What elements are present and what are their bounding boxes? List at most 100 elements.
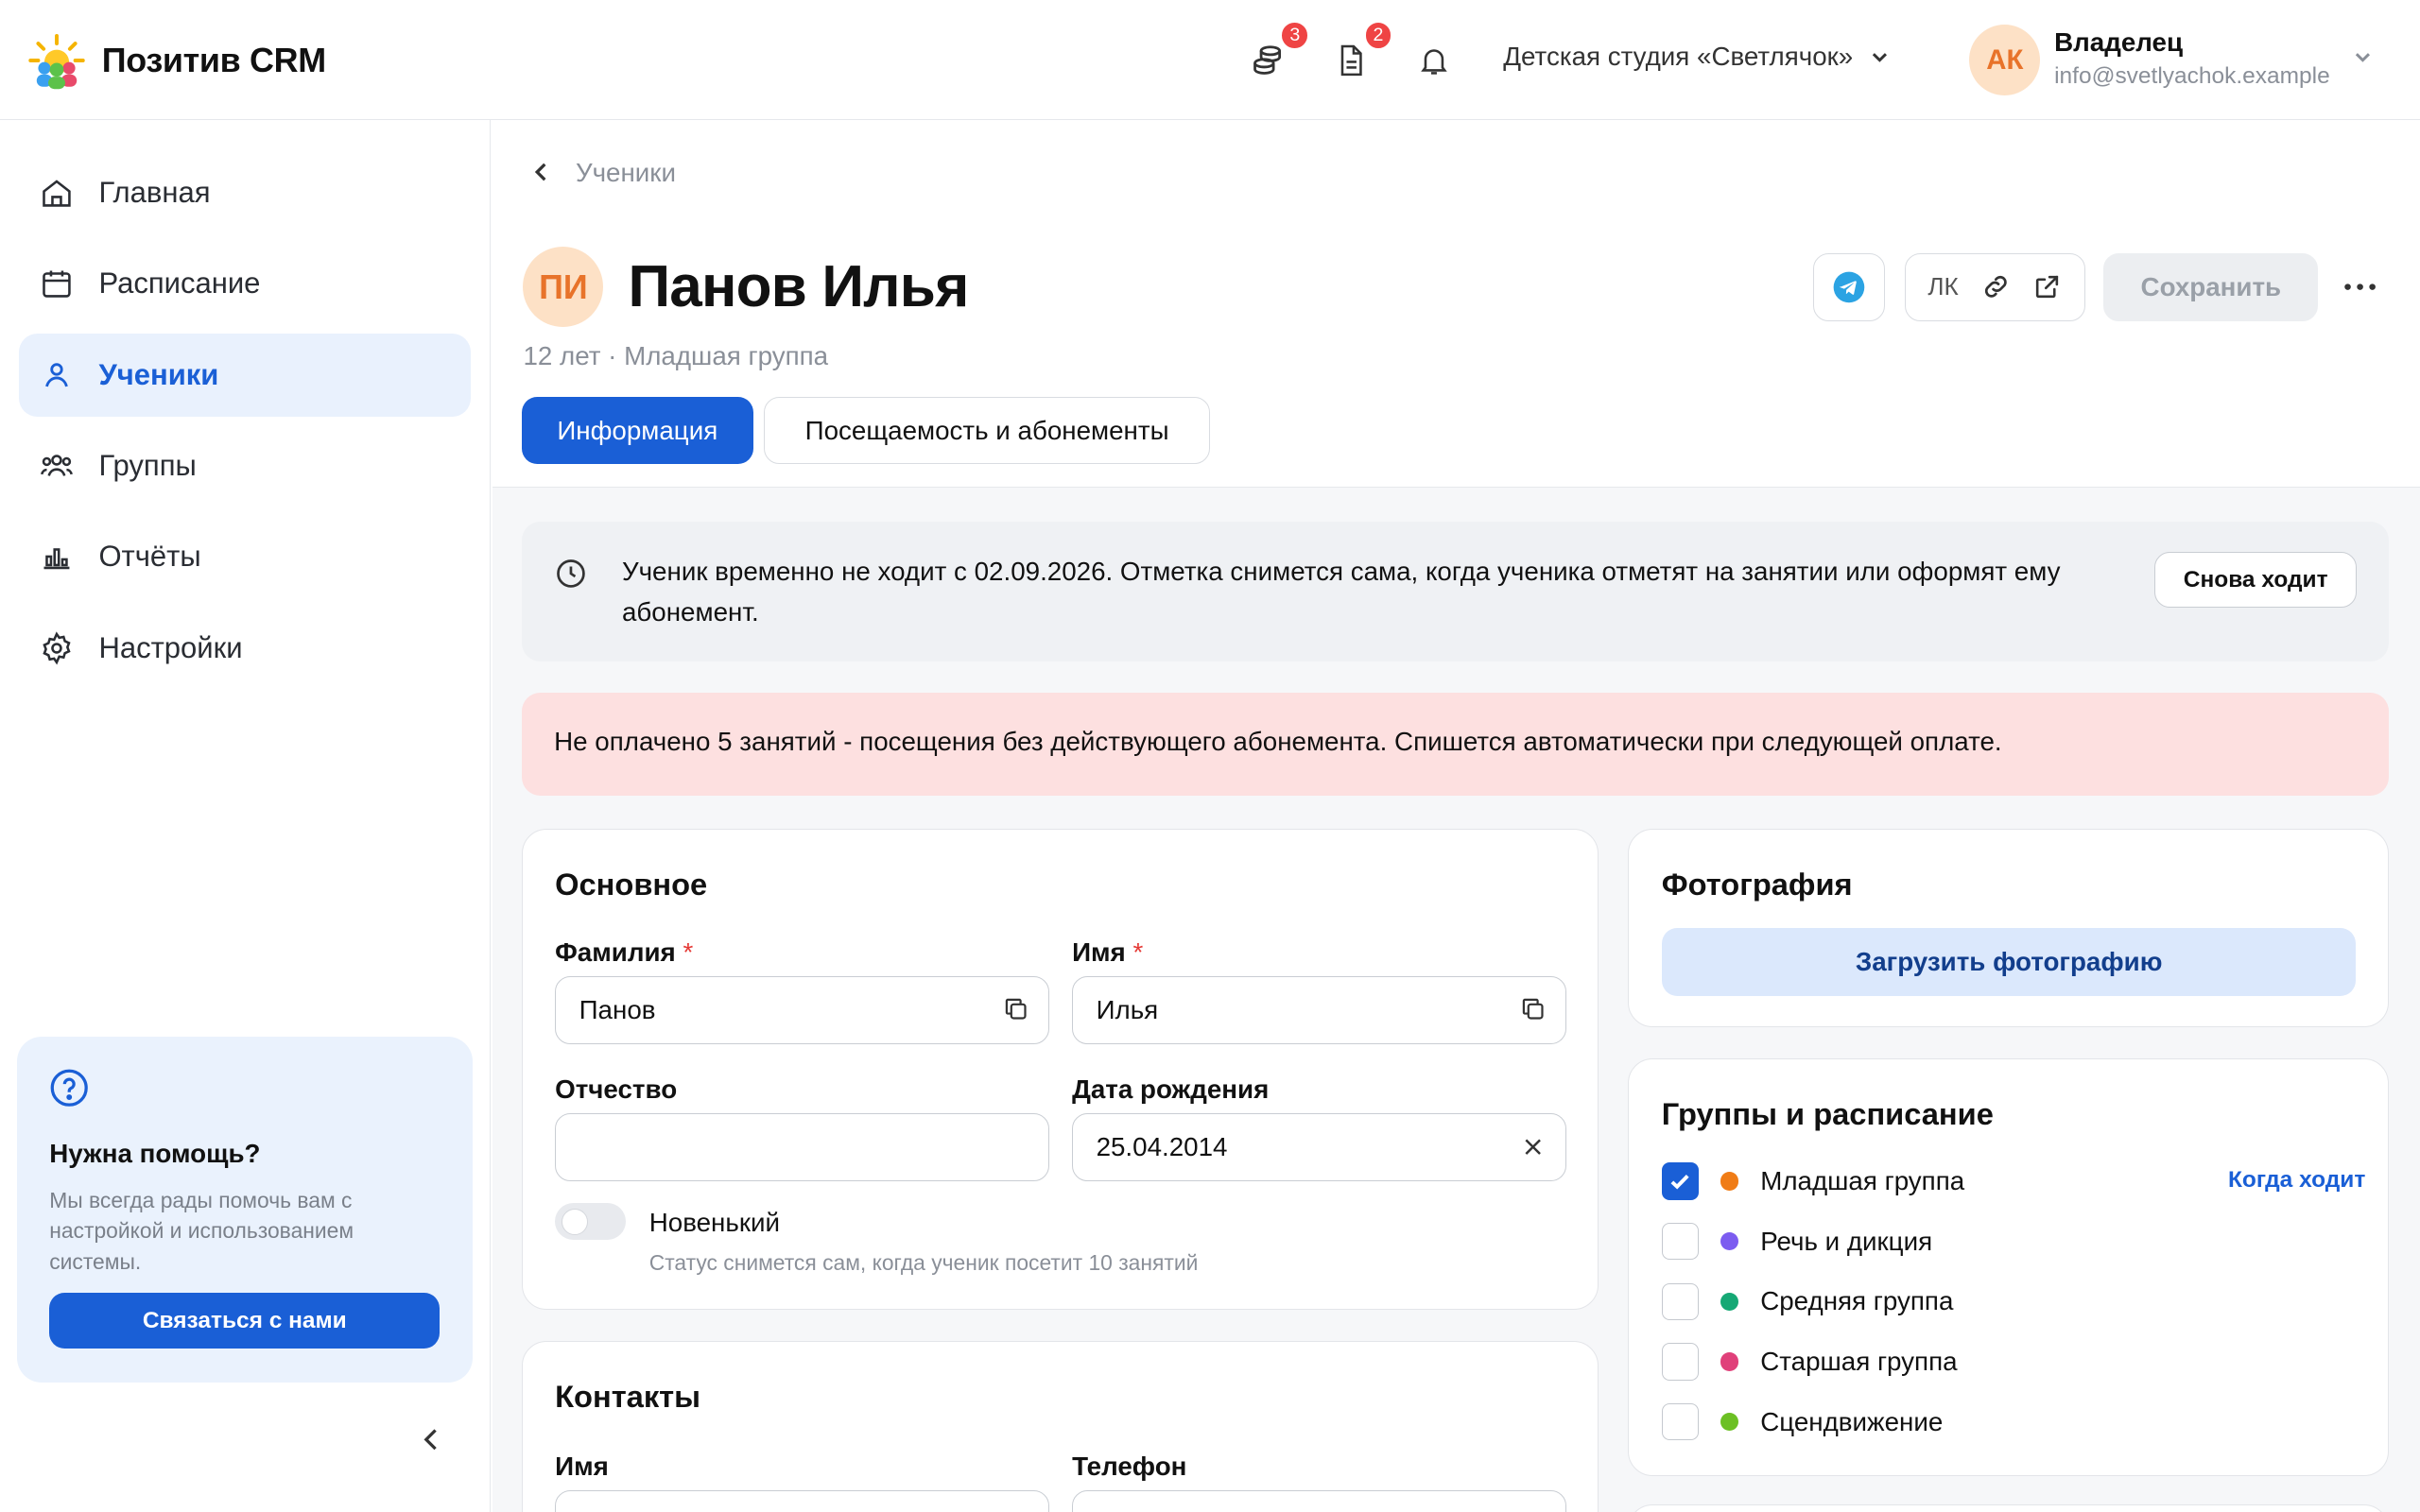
tab-attendance[interactable]: Посещаемость и абонементы <box>764 396 1211 465</box>
group-name: Младшая группа <box>1760 1165 1965 1195</box>
contact-phone-label: Телефон <box>1072 1451 1187 1481</box>
documents-button[interactable]: 2 <box>1329 20 1394 82</box>
required-mark: * <box>683 937 694 968</box>
sidebar-item-reports[interactable]: Отчёты <box>19 515 471 598</box>
contact-name-field[interactable] <box>555 1489 1049 1512</box>
help-card: Нужна помощь? Мы всегда рады помочь вам … <box>16 1037 473 1383</box>
group-item[interactable]: Старшая группа <box>1661 1342 1958 1382</box>
bell-icon <box>1420 48 1447 75</box>
tab-info[interactable]: Информация <box>521 396 753 465</box>
breadcrumb[interactable]: Ученики <box>529 158 676 188</box>
schedule-link[interactable]: Когда ходит <box>2228 1167 2365 1194</box>
first-name-field[interactable]: Илья <box>1072 975 1566 1044</box>
sidebar-item-label: Ученики <box>98 357 219 391</box>
main-content: Ученики ПИ Панов Илья 12 лет · Младшая г… <box>492 120 2420 1512</box>
unpaid-alert: Не оплачено 5 занятий - посещения без де… <box>521 693 2390 797</box>
student-avatar: ПИ <box>523 247 604 328</box>
logo-sun-icon <box>28 33 86 89</box>
check-icon <box>1670 1174 1689 1190</box>
link-icon[interactable] <box>1980 271 2012 302</box>
groups-card: Группы и расписание Когда ходит Младшая … <box>1628 1058 2390 1477</box>
notifications-button[interactable] <box>1412 39 1456 82</box>
sidebar: Главная Расписание Ученики Группы Отчёты… <box>0 120 492 1512</box>
group-checkbox[interactable] <box>1661 1343 1699 1381</box>
resume-attendance-button[interactable]: Снова ходит <box>2154 552 2358 609</box>
sidebar-item-home[interactable]: Главная <box>19 151 471 234</box>
group-checkbox[interactable] <box>1661 1282 1699 1320</box>
top-bar: Позитив CRM 3 2 Детская студия «Светлячо… <box>0 0 2420 121</box>
first-name-value: Илья <box>1096 994 1159 1024</box>
next-card <box>1628 1503 2390 1512</box>
upload-photo-button[interactable]: Загрузить фотографию <box>1661 928 2357 997</box>
first-name-label: Имя * <box>1072 937 1144 968</box>
newbie-hint: Статус снимется сам, когда ученик посети… <box>648 1250 1199 1276</box>
more-icon[interactable] <box>2342 268 2378 305</box>
avatar[interactable]: АК <box>1969 25 2041 96</box>
birth-date-field[interactable]: 25.04.2014 <box>1072 1113 1566 1181</box>
user-role: Владелец <box>2054 27 2184 58</box>
group-checkbox[interactable] <box>1661 1162 1699 1200</box>
group-item[interactable]: Средняя группа <box>1661 1281 1953 1321</box>
sidebar-item-label: Главная <box>98 176 211 210</box>
birth-date-label: Дата рождения <box>1072 1074 1270 1105</box>
telegram-icon <box>1833 271 1865 302</box>
telegram-button[interactable] <box>1813 252 1885 321</box>
contact-name-label: Имя <box>555 1451 609 1481</box>
photo-card: Фотография Загрузить фотографию <box>1628 828 2390 1028</box>
contact-us-button[interactable]: Связаться с нами <box>49 1293 441 1349</box>
student-subtitle: 12 лет · Младшая группа <box>523 340 829 370</box>
payments-button[interactable]: 3 <box>1246 20 1311 82</box>
studio-selector[interactable]: Детская студия «Светлячок» <box>1503 42 1890 72</box>
group-checkbox[interactable] <box>1661 1223 1699 1261</box>
middle-name-field[interactable] <box>555 1113 1049 1181</box>
card-title: Фотография <box>1661 866 1853 902</box>
calendar-icon <box>43 270 72 299</box>
group-color-dot <box>1720 1292 1739 1312</box>
save-button[interactable]: Сохранить <box>2103 252 2319 321</box>
group-item[interactable]: Речь и дикция <box>1661 1221 1932 1261</box>
chevron-left-icon <box>534 163 546 181</box>
page-title: Панов Илья <box>628 253 970 319</box>
newbie-label: Новенький <box>648 1207 780 1237</box>
student-header: Ученики ПИ Панов Илья 12 лет · Младшая г… <box>492 120 2420 488</box>
clear-icon[interactable] <box>1519 1133 1547 1160</box>
collapse-sidebar-icon[interactable] <box>417 1424 448 1455</box>
app-root: Позитив CRM 3 2 Детская студия «Светлячо… <box>0 0 2420 1512</box>
external-link-icon[interactable] <box>2032 272 2062 301</box>
chart-icon <box>43 548 70 570</box>
group-item[interactable]: Сцендвижение <box>1661 1401 1944 1441</box>
chevron-down-icon <box>1872 52 1887 62</box>
user-menu-chevron-icon[interactable] <box>2352 46 2374 68</box>
sidebar-item-settings[interactable]: Настройки <box>19 607 471 690</box>
copy-icon[interactable] <box>1519 995 1547 1022</box>
document-icon <box>1340 44 1362 76</box>
notice-text: Ученик временно не ходит с 02.09.2026. О… <box>621 557 2061 627</box>
sidebar-item-label: Группы <box>98 449 197 483</box>
studio-name: Детская студия «Светлячок» <box>1503 42 1854 72</box>
last-name-field[interactable]: Панов <box>555 975 1049 1044</box>
home-icon <box>43 180 72 207</box>
last-name-value: Панов <box>579 994 656 1024</box>
gear-icon <box>43 631 72 665</box>
sidebar-item-groups[interactable]: Группы <box>19 424 471 507</box>
sidebar-item-schedule[interactable]: Расписание <box>19 242 471 325</box>
contact-phone-field[interactable] <box>1072 1489 1566 1512</box>
birth-date-value: 25.04.2014 <box>1096 1132 1228 1162</box>
card-title: Основное <box>555 866 708 902</box>
help-text: Мы всегда рады помочь вам с настройкой и… <box>49 1187 354 1274</box>
group-name: Сцендвижение <box>1760 1406 1944 1436</box>
group-item[interactable]: Младшая группа <box>1661 1161 1965 1201</box>
app-name: Позитив CRM <box>101 40 326 79</box>
user-icon <box>45 363 69 387</box>
group-checkbox[interactable] <box>1661 1403 1699 1441</box>
help-title: Нужна помощь? <box>49 1139 261 1169</box>
card-title: Группы и расписание <box>1661 1096 1994 1132</box>
sidebar-item-label: Настройки <box>98 630 243 664</box>
required-mark: * <box>1132 937 1144 968</box>
group-color-dot <box>1720 1412 1739 1432</box>
copy-icon[interactable] <box>1002 995 1029 1022</box>
sidebar-item-students[interactable]: Ученики <box>18 333 471 417</box>
newbie-toggle[interactable] <box>555 1202 627 1241</box>
sidebar-item-label: Расписание <box>98 266 261 301</box>
logo[interactable]: Позитив CRM <box>27 31 326 90</box>
